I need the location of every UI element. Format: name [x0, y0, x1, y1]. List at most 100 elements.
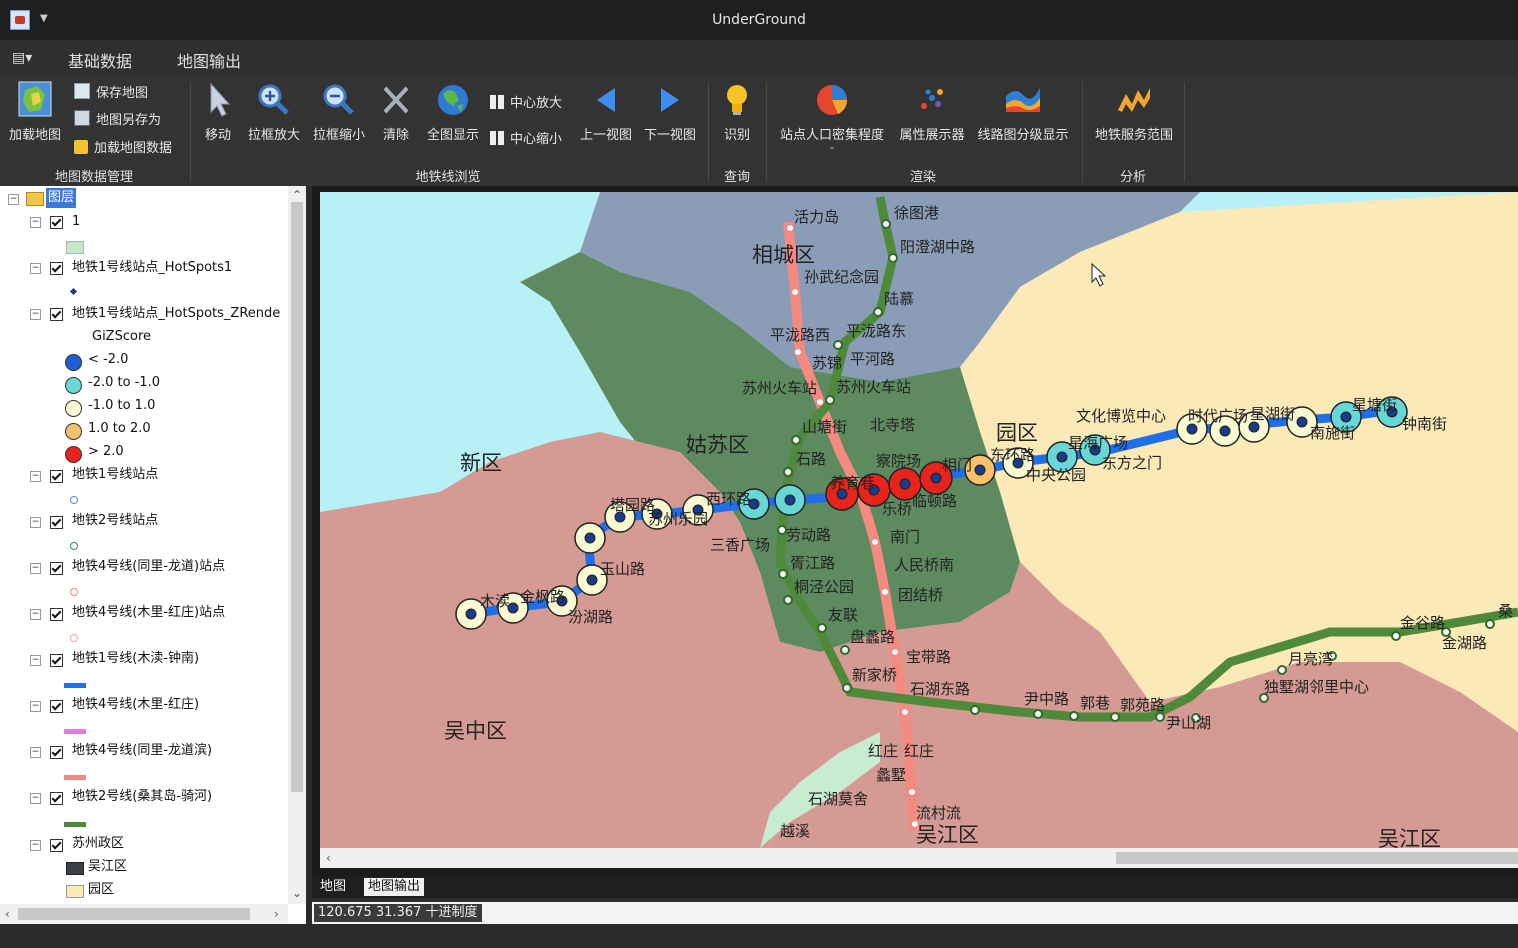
center-zoom-in-button[interactable]: 中心放大 — [490, 92, 562, 111]
collapse-icon[interactable]: − — [30, 263, 41, 274]
station-label: 郭巷 — [1080, 694, 1110, 712]
load-map-button[interactable]: 加载地图 — [4, 80, 66, 143]
station-label: 苏锦 — [812, 354, 842, 372]
tab-map-output[interactable]: 地图输出 — [177, 46, 241, 78]
station-label: 苏州火车站 — [836, 378, 911, 396]
tab-basic-data[interactable]: 基础数据 — [68, 46, 133, 80]
scrollbar-thumb[interactable] — [18, 908, 250, 920]
layer-visibility-checkbox[interactable] — [50, 216, 63, 229]
collapse-icon[interactable]: − — [30, 840, 41, 851]
layer-name[interactable]: 地铁1号线(木渎-钟南) — [72, 649, 199, 669]
station-label: 养育巷 — [830, 474, 875, 492]
collapse-icon[interactable]: − — [30, 747, 41, 758]
layer-name-1[interactable]: 1 — [72, 212, 80, 232]
full-extent-button[interactable]: 全图显示 — [422, 82, 484, 143]
station-label: 察院场 — [876, 452, 921, 470]
layer-visibility-checkbox[interactable] — [50, 839, 63, 852]
layer-visibility-checkbox[interactable] — [50, 792, 63, 805]
layer-visibility-checkbox[interactable] — [50, 562, 63, 575]
population-density-button[interactable]: 站点人口密集程度 ⌄ — [774, 82, 890, 152]
collapse-icon[interactable]: − — [8, 194, 19, 205]
layer-name-hotspots1[interactable]: 地铁1号线站点_HotSpots1 — [72, 258, 232, 278]
layer-visibility-checkbox[interactable] — [50, 308, 63, 321]
collapse-icon[interactable]: − — [30, 517, 41, 528]
collapse-icon[interactable]: − — [30, 471, 41, 482]
line-class-label: 线路图分级显示 — [977, 128, 1069, 143]
tab-layout-view[interactable]: 地图输出 — [364, 878, 425, 896]
layer-name[interactable]: 地铁4号线(木里-红庄) — [72, 695, 199, 715]
lightbulb-icon — [727, 85, 747, 115]
tab-map-view[interactable]: 地图 — [316, 878, 350, 896]
collapse-icon[interactable]: − — [30, 701, 41, 712]
layer-name[interactable]: 地铁4号线(同里-龙道)站点 — [72, 557, 225, 577]
layer-visibility-checkbox[interactable] — [50, 470, 63, 483]
collapse-icon[interactable]: − — [30, 655, 41, 666]
station-label: 星塘街 — [1352, 396, 1397, 414]
polygon-symbol — [66, 862, 84, 875]
chevron-down-icon[interactable]: ⌄ — [774, 143, 890, 152]
move-button[interactable]: 移动 — [196, 82, 240, 143]
scrollbar-thumb[interactable] — [1116, 852, 1518, 864]
station-label: 相门 — [942, 456, 972, 474]
layers-root-label[interactable]: 图层 — [46, 188, 77, 208]
line-class-button[interactable]: 线路图分级显示 — [972, 82, 1074, 143]
group-label-subway-browse: 地铁线浏览 — [415, 170, 481, 185]
layer-visibility-checkbox[interactable] — [50, 262, 63, 275]
save-map-button[interactable]: 保存地图 — [74, 82, 148, 101]
layer-tree: − 图层 − 1 − 地铁1号线站点_HotSpots1 − 地铁1号线站点_H… — [0, 186, 288, 904]
scroll-left-icon[interactable]: ‹ — [326, 851, 331, 865]
scroll-down-icon[interactable]: ⌄ — [292, 886, 302, 900]
layer-name[interactable]: 苏州政区 — [72, 834, 124, 854]
load-data-button[interactable]: 加载地图数据 — [74, 137, 172, 156]
scroll-right-icon[interactable]: › — [274, 907, 279, 921]
scroll-up-icon[interactable]: ⌃ — [292, 188, 302, 202]
gi-class-label: -1.0 to 1.0 — [88, 398, 156, 413]
collapse-icon[interactable]: − — [30, 309, 41, 320]
collapse-icon[interactable]: − — [30, 793, 41, 804]
layer-name[interactable]: 地铁2号线站点 — [72, 511, 158, 531]
layer-name[interactable]: 地铁2号线(桑其岛-骑河) — [72, 787, 212, 807]
station-label: 时代广场 — [1188, 407, 1248, 425]
collapse-icon[interactable]: − — [30, 609, 41, 620]
layer-tree-horizontal-scrollbar[interactable]: ‹ › — [0, 904, 288, 924]
previous-view-button[interactable]: 上一视图 — [576, 82, 636, 143]
center-zoom-out-button[interactable]: 中心缩小 — [490, 128, 562, 147]
layer-visibility-checkbox[interactable] — [50, 516, 63, 529]
scrollbar-thumb[interactable] — [291, 202, 303, 792]
station-label: 陆慕 — [884, 290, 914, 308]
next-view-button[interactable]: 下一视图 — [640, 82, 700, 143]
application-menu-icon[interactable]: ▤▾ — [12, 50, 34, 66]
gi-class-symbol — [65, 400, 82, 417]
station-label: 金谷路 — [1400, 614, 1445, 632]
map-horizontal-scrollbar[interactable]: ‹ — [320, 848, 1518, 868]
layer-visibility-checkbox[interactable] — [50, 700, 63, 713]
layer-visibility-checkbox[interactable] — [50, 746, 63, 759]
layer-visibility-checkbox[interactable] — [50, 608, 63, 621]
collapse-icon[interactable]: − — [30, 217, 41, 228]
save-as-button[interactable]: 地图另存为 — [74, 109, 161, 128]
layer-tree-vertical-scrollbar[interactable]: ⌃ ⌄ — [288, 186, 306, 904]
layer-name[interactable]: 地铁4号线(木里-红庄)站点 — [72, 603, 225, 623]
station-label: 东方之门 — [1102, 454, 1162, 472]
point-symbol — [70, 496, 78, 504]
layer-name[interactable]: 地铁1号线站点 — [72, 465, 158, 485]
polygon-symbol — [66, 241, 84, 254]
station-label: 友联 — [828, 606, 858, 624]
identify-button[interactable]: 识别 — [714, 82, 760, 143]
service-area-button[interactable]: 地铁服务范围 — [1088, 82, 1180, 143]
group-separator — [766, 82, 767, 182]
layer-name[interactable]: 地铁4号线(同里-龙道滨) — [72, 741, 212, 761]
layer-visibility-checkbox[interactable] — [50, 654, 63, 667]
station-label: 蠡墅 — [876, 766, 906, 784]
station-label: 石路 — [796, 450, 826, 468]
layer-name-hotspots-z[interactable]: 地铁1号线站点_HotSpots_ZRende — [72, 304, 280, 324]
scroll-left-icon[interactable]: ‹ — [5, 907, 10, 921]
zoom-in-box-button[interactable]: 拉框放大 — [244, 82, 304, 143]
attribute-viewer-label: 属性展示器 — [899, 128, 965, 143]
clear-button[interactable]: 清除 — [374, 82, 418, 143]
zoom-out-box-button[interactable]: 拉框缩小 — [308, 82, 370, 143]
collapse-icon[interactable]: − — [30, 563, 41, 574]
map-canvas[interactable]: 相城区 姑苏区 新区 园区 吴中区 吴江区 吴江区 活力岛 徐图港 阳澄湖中路 … — [320, 192, 1518, 848]
attribute-viewer-button[interactable]: 属性展示器 — [894, 82, 970, 143]
station-label: 中央公园 — [1026, 466, 1086, 484]
